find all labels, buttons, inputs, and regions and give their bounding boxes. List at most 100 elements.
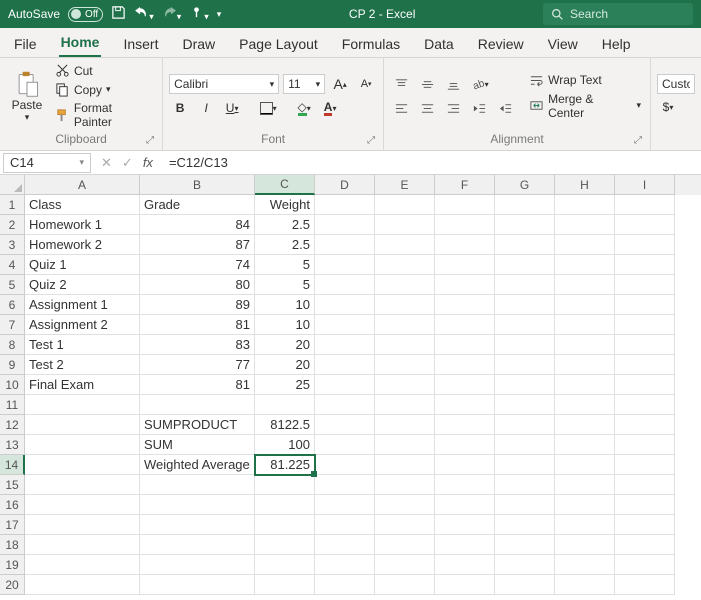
- cell-F8[interactable]: [435, 335, 495, 355]
- cell-G17[interactable]: [495, 515, 555, 535]
- cell-D14[interactable]: [315, 455, 375, 475]
- cell-B5[interactable]: 80: [140, 275, 255, 295]
- cell-E8[interactable]: [375, 335, 435, 355]
- cell-A18[interactable]: [25, 535, 140, 555]
- cell-C14[interactable]: 81.225: [255, 455, 315, 475]
- col-header-a[interactable]: A: [25, 175, 140, 195]
- row-header[interactable]: 6: [0, 295, 25, 315]
- cell-H5[interactable]: [555, 275, 615, 295]
- cell-H17[interactable]: [555, 515, 615, 535]
- cell-I13[interactable]: [615, 435, 675, 455]
- align-right-icon[interactable]: [442, 97, 464, 119]
- cell-I16[interactable]: [615, 495, 675, 515]
- tab-file[interactable]: File: [12, 31, 39, 57]
- col-header-f[interactable]: F: [435, 175, 495, 195]
- cell-I18[interactable]: [615, 535, 675, 555]
- cell-E12[interactable]: [375, 415, 435, 435]
- tab-help[interactable]: Help: [600, 31, 633, 57]
- cell-G6[interactable]: [495, 295, 555, 315]
- cell-E14[interactable]: [375, 455, 435, 475]
- number-format-select[interactable]: Custom: [657, 74, 695, 94]
- cell-E17[interactable]: [375, 515, 435, 535]
- cell-G16[interactable]: [495, 495, 555, 515]
- cell-E18[interactable]: [375, 535, 435, 555]
- merge-center-button[interactable]: Merge & Center▾: [526, 91, 644, 121]
- cell-E4[interactable]: [375, 255, 435, 275]
- cell-D17[interactable]: [315, 515, 375, 535]
- increase-indent-icon[interactable]: [494, 97, 516, 119]
- currency-icon[interactable]: $▾: [657, 96, 679, 118]
- cell-I7[interactable]: [615, 315, 675, 335]
- cell-F19[interactable]: [435, 555, 495, 575]
- cell-G4[interactable]: [495, 255, 555, 275]
- cell-I8[interactable]: [615, 335, 675, 355]
- cell-C2[interactable]: 2.5: [255, 215, 315, 235]
- cell-F10[interactable]: [435, 375, 495, 395]
- cell-I19[interactable]: [615, 555, 675, 575]
- cell-E5[interactable]: [375, 275, 435, 295]
- cell-G3[interactable]: [495, 235, 555, 255]
- cell-B10[interactable]: 81: [140, 375, 255, 395]
- cell-G18[interactable]: [495, 535, 555, 555]
- cell-D16[interactable]: [315, 495, 375, 515]
- cell-F17[interactable]: [435, 515, 495, 535]
- cell-C20[interactable]: [255, 575, 315, 595]
- cancel-formula-icon[interactable]: ✕: [101, 155, 112, 171]
- cell-F3[interactable]: [435, 235, 495, 255]
- cell-F13[interactable]: [435, 435, 495, 455]
- cell-B18[interactable]: [140, 535, 255, 555]
- tab-formulas[interactable]: Formulas: [340, 31, 402, 57]
- cell-A14[interactable]: [25, 455, 140, 475]
- cell-G7[interactable]: [495, 315, 555, 335]
- save-icon[interactable]: [111, 5, 126, 23]
- col-header-h[interactable]: H: [555, 175, 615, 195]
- redo-icon[interactable]: ▾: [162, 5, 182, 23]
- select-all-corner[interactable]: [0, 175, 25, 195]
- cell-I4[interactable]: [615, 255, 675, 275]
- cell-D3[interactable]: [315, 235, 375, 255]
- tab-home[interactable]: Home: [59, 29, 102, 57]
- cell-A1[interactable]: Class: [25, 195, 140, 215]
- decrease-indent-icon[interactable]: [468, 97, 490, 119]
- cell-F6[interactable]: [435, 295, 495, 315]
- cell-B9[interactable]: 77: [140, 355, 255, 375]
- borders-button[interactable]: ▾: [257, 97, 279, 119]
- row-header[interactable]: 4: [0, 255, 25, 275]
- cell-C19[interactable]: [255, 555, 315, 575]
- cell-A10[interactable]: Final Exam: [25, 375, 140, 395]
- cell-B17[interactable]: [140, 515, 255, 535]
- cell-G1[interactable]: [495, 195, 555, 215]
- align-left-icon[interactable]: [390, 97, 412, 119]
- row-header[interactable]: 13: [0, 435, 25, 455]
- row-header[interactable]: 9: [0, 355, 25, 375]
- cell-F2[interactable]: [435, 215, 495, 235]
- cell-H7[interactable]: [555, 315, 615, 335]
- cell-D12[interactable]: [315, 415, 375, 435]
- spreadsheet-grid[interactable]: A B C D E F G H I 1ClassGradeWeight2Home…: [0, 175, 701, 595]
- fx-icon[interactable]: fx: [143, 155, 153, 170]
- underline-button[interactable]: U▾: [221, 97, 243, 119]
- cell-D11[interactable]: [315, 395, 375, 415]
- align-center-icon[interactable]: [416, 97, 438, 119]
- cell-H3[interactable]: [555, 235, 615, 255]
- cell-B20[interactable]: [140, 575, 255, 595]
- cell-A2[interactable]: Homework 1: [25, 215, 140, 235]
- cell-C1[interactable]: Weight: [255, 195, 315, 215]
- cell-B8[interactable]: 83: [140, 335, 255, 355]
- row-header[interactable]: 8: [0, 335, 25, 355]
- cell-C16[interactable]: [255, 495, 315, 515]
- cell-D18[interactable]: [315, 535, 375, 555]
- cell-A3[interactable]: Homework 2: [25, 235, 140, 255]
- cell-D20[interactable]: [315, 575, 375, 595]
- col-header-g[interactable]: G: [495, 175, 555, 195]
- cell-A8[interactable]: Test 1: [25, 335, 140, 355]
- cell-I9[interactable]: [615, 355, 675, 375]
- cell-H4[interactable]: [555, 255, 615, 275]
- cell-I20[interactable]: [615, 575, 675, 595]
- cell-C17[interactable]: [255, 515, 315, 535]
- cell-H20[interactable]: [555, 575, 615, 595]
- cell-B1[interactable]: Grade: [140, 195, 255, 215]
- accept-formula-icon[interactable]: ✓: [122, 155, 133, 171]
- cell-G12[interactable]: [495, 415, 555, 435]
- tab-draw[interactable]: Draw: [180, 31, 217, 57]
